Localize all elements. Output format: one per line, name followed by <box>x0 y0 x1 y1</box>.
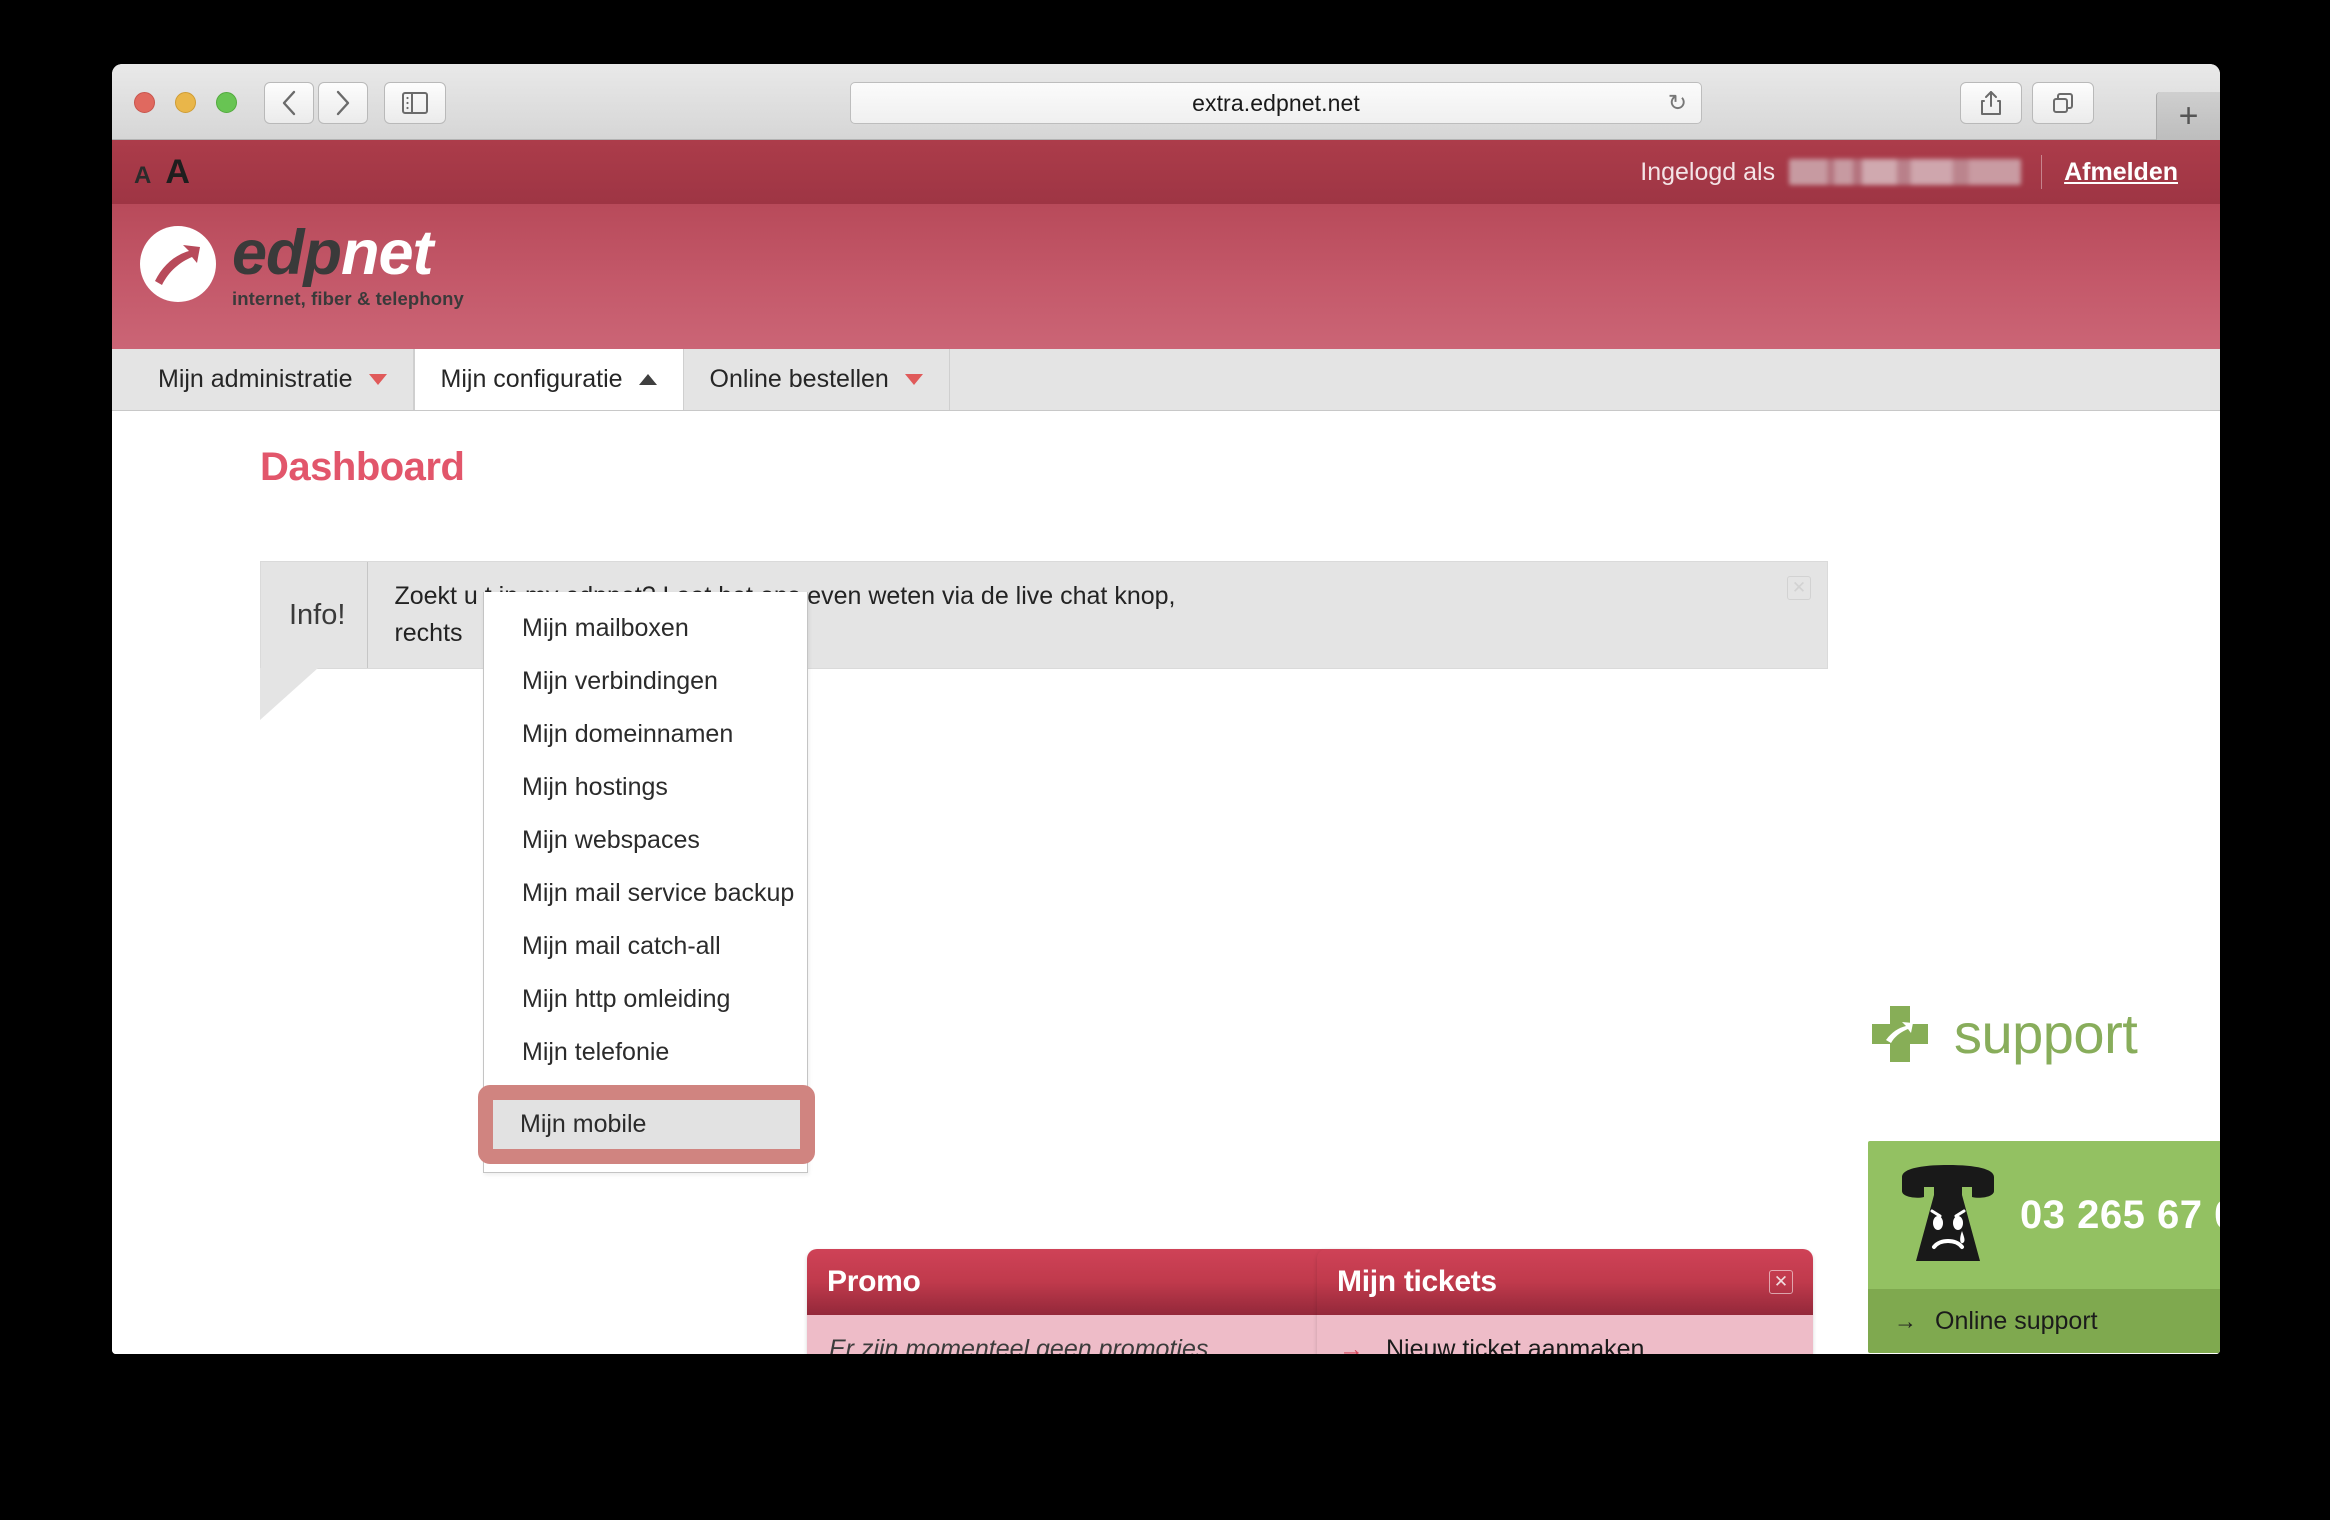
arrow-right-icon: → <box>1339 1335 1364 1355</box>
sidebar-toggle-button[interactable] <box>384 82 446 124</box>
nav-tab-label: Online bestellen <box>709 365 889 393</box>
chevron-right-icon <box>336 90 350 116</box>
logo-arrow-icon <box>140 226 216 302</box>
forward-button[interactable] <box>318 82 368 124</box>
promo-panel-header: Promo ✕ <box>807 1249 1377 1315</box>
logo-wordmark: edpnet <box>232 222 464 285</box>
chevron-up-icon <box>638 374 657 385</box>
browser-window: extra.edpnet.net ↻ + A A Ingelogd als Af… <box>112 64 2220 1354</box>
online-support-row[interactable]: → Online support <box>1868 1289 2220 1353</box>
logo-text: edpnet internet, fiber & telephony <box>232 222 464 310</box>
sad-phone-icon <box>1902 1165 1994 1261</box>
logout-link[interactable]: Afmelden <box>2064 158 2178 187</box>
url-text: extra.edpnet.net <box>1192 89 1360 116</box>
minimize-window-button[interactable] <box>175 92 196 113</box>
nav-tab-mijn-configuratie[interactable]: Mijn configuratie <box>413 349 684 410</box>
logo-tagline: internet, fiber & telephony <box>232 287 464 309</box>
tabs-icon <box>2053 93 2073 113</box>
chevron-down-icon <box>368 374 387 385</box>
main-content: Dashboard Info! Zoekt u t in my edpnet? … <box>112 411 2220 1354</box>
window-traffic-lights <box>134 92 237 113</box>
support-plus-icon <box>1868 1002 1932 1066</box>
dropdown-item-mijn-verbindingen[interactable]: Mijn verbindingen <box>484 655 807 708</box>
dropdown-item-mijn-mobile[interactable]: Mijn mobile <box>493 1100 800 1149</box>
logo-word-net: net <box>341 218 433 288</box>
nav-tab-online-bestellen[interactable]: Online bestellen <box>684 349 950 410</box>
promo-empty-text: Er zijn momenteel geen promoties. <box>829 1335 1216 1354</box>
support-phone-top: 03 265 67 00 <box>1868 1141 2220 1289</box>
site-logo-band: edpnet internet, fiber & telephony <box>112 204 2220 349</box>
tickets-panel-body: → Nieuw ticket aanmaken → Mijn tickets <box>1317 1315 1813 1354</box>
font-size-controls: A A <box>134 153 190 192</box>
support-header: support <box>1868 1001 2138 1066</box>
highlight-box: Mijn mobile <box>478 1085 815 1164</box>
online-support-link[interactable]: Online support <box>1935 1307 2098 1336</box>
new-ticket-link[interactable]: Nieuw ticket aanmaken <box>1386 1335 1644 1354</box>
back-button[interactable] <box>264 82 314 124</box>
edpnet-logo[interactable]: edpnet internet, fiber & telephony <box>140 216 464 310</box>
promo-panel-title: Promo <box>827 1265 921 1298</box>
login-status: Ingelogd als Afmelden <box>1640 155 2220 189</box>
tickets-panel-title: Mijn tickets <box>1337 1265 1497 1298</box>
font-size-large-button[interactable]: A <box>165 153 190 192</box>
logo-word-edp: edp <box>232 218 342 288</box>
promo-panel: Promo ✕ Er zijn momenteel geen promoties… <box>807 1249 1377 1354</box>
support-phone-card: 03 265 67 00 → Online support <box>1868 1141 2220 1353</box>
share-button[interactable] <box>1960 82 2022 124</box>
divider <box>2041 155 2043 189</box>
info-text-line2: rechts <box>394 619 463 647</box>
share-icon <box>1981 91 2001 115</box>
maximize-window-button[interactable] <box>216 92 237 113</box>
username-masked <box>1789 159 2022 185</box>
nav-tab-label: Mijn configuratie <box>440 365 623 393</box>
page-viewport: A A Ingelogd als Afmelden edpnet interne… <box>112 140 2220 1354</box>
reload-icon[interactable]: ↻ <box>1668 90 1687 117</box>
dropdown-item-mijn-hostings[interactable]: Mijn hostings <box>484 761 807 814</box>
dropdown-item-mijn-telefonie[interactable]: Mijn telefonie <box>484 1026 807 1079</box>
dropdown-item-mijn-mail-catch-all[interactable]: Mijn mail catch-all <box>484 920 807 973</box>
dropdown-item-mijn-mailboxen[interactable]: Mijn mailboxen <box>484 602 807 655</box>
close-icon[interactable]: ✕ <box>1769 1270 1793 1294</box>
page-title: Dashboard <box>260 445 465 489</box>
show-tabs-button[interactable] <box>2032 82 2094 124</box>
info-label: Info! <box>261 562 369 668</box>
dropdown-item-mijn-webspaces[interactable]: Mijn webspaces <box>484 814 807 867</box>
config-dropdown-menu: Mijn mailboxen Mijn verbindingen Mijn do… <box>478 592 815 1173</box>
tickets-panel-header: Mijn tickets ✕ <box>1317 1249 1813 1315</box>
close-window-button[interactable] <box>134 92 155 113</box>
font-size-small-button[interactable]: A <box>134 162 151 190</box>
nav-tab-label: Mijn administratie <box>158 365 353 393</box>
dropdown-item-mijn-http-omleiding[interactable]: Mijn http omleiding <box>484 973 807 1026</box>
site-topbar: A A Ingelogd als Afmelden <box>112 140 2220 204</box>
promo-panel-body: Er zijn momenteel geen promoties. <box>807 1315 1377 1354</box>
arrow-right-icon: → <box>1894 1307 1917 1334</box>
dropdown-item-mijn-mail-service-backup[interactable]: Mijn mail service backup <box>484 867 807 920</box>
nav-tab-mijn-administratie[interactable]: Mijn administratie <box>132 349 414 410</box>
chevron-left-icon <box>282 90 296 116</box>
tickets-panel: Mijn tickets ✕ → Nieuw ticket aanmaken →… <box>1317 1249 1813 1354</box>
address-bar[interactable]: extra.edpnet.net ↻ <box>850 82 1702 124</box>
support-title: support <box>1954 1002 2138 1065</box>
main-navigation: Mijn administratie Mijn configuratie Onl… <box>112 349 2220 411</box>
login-label: Ingelogd als <box>1640 157 1776 186</box>
info-banner-tail <box>260 668 318 720</box>
chevron-down-icon <box>904 374 923 385</box>
sidebar-icon <box>402 92 428 114</box>
support-phone-number: 03 265 67 00 <box>2020 1192 2220 1237</box>
browser-toolbar: extra.edpnet.net ↻ + <box>112 64 2220 140</box>
dropdown-item-mijn-domeinnamen[interactable]: Mijn domeinnamen <box>484 708 807 761</box>
new-tab-button[interactable]: + <box>2156 92 2220 140</box>
close-icon[interactable]: ✕ <box>1787 576 1811 600</box>
list-item[interactable]: → Nieuw ticket aanmaken <box>1339 1335 1791 1354</box>
